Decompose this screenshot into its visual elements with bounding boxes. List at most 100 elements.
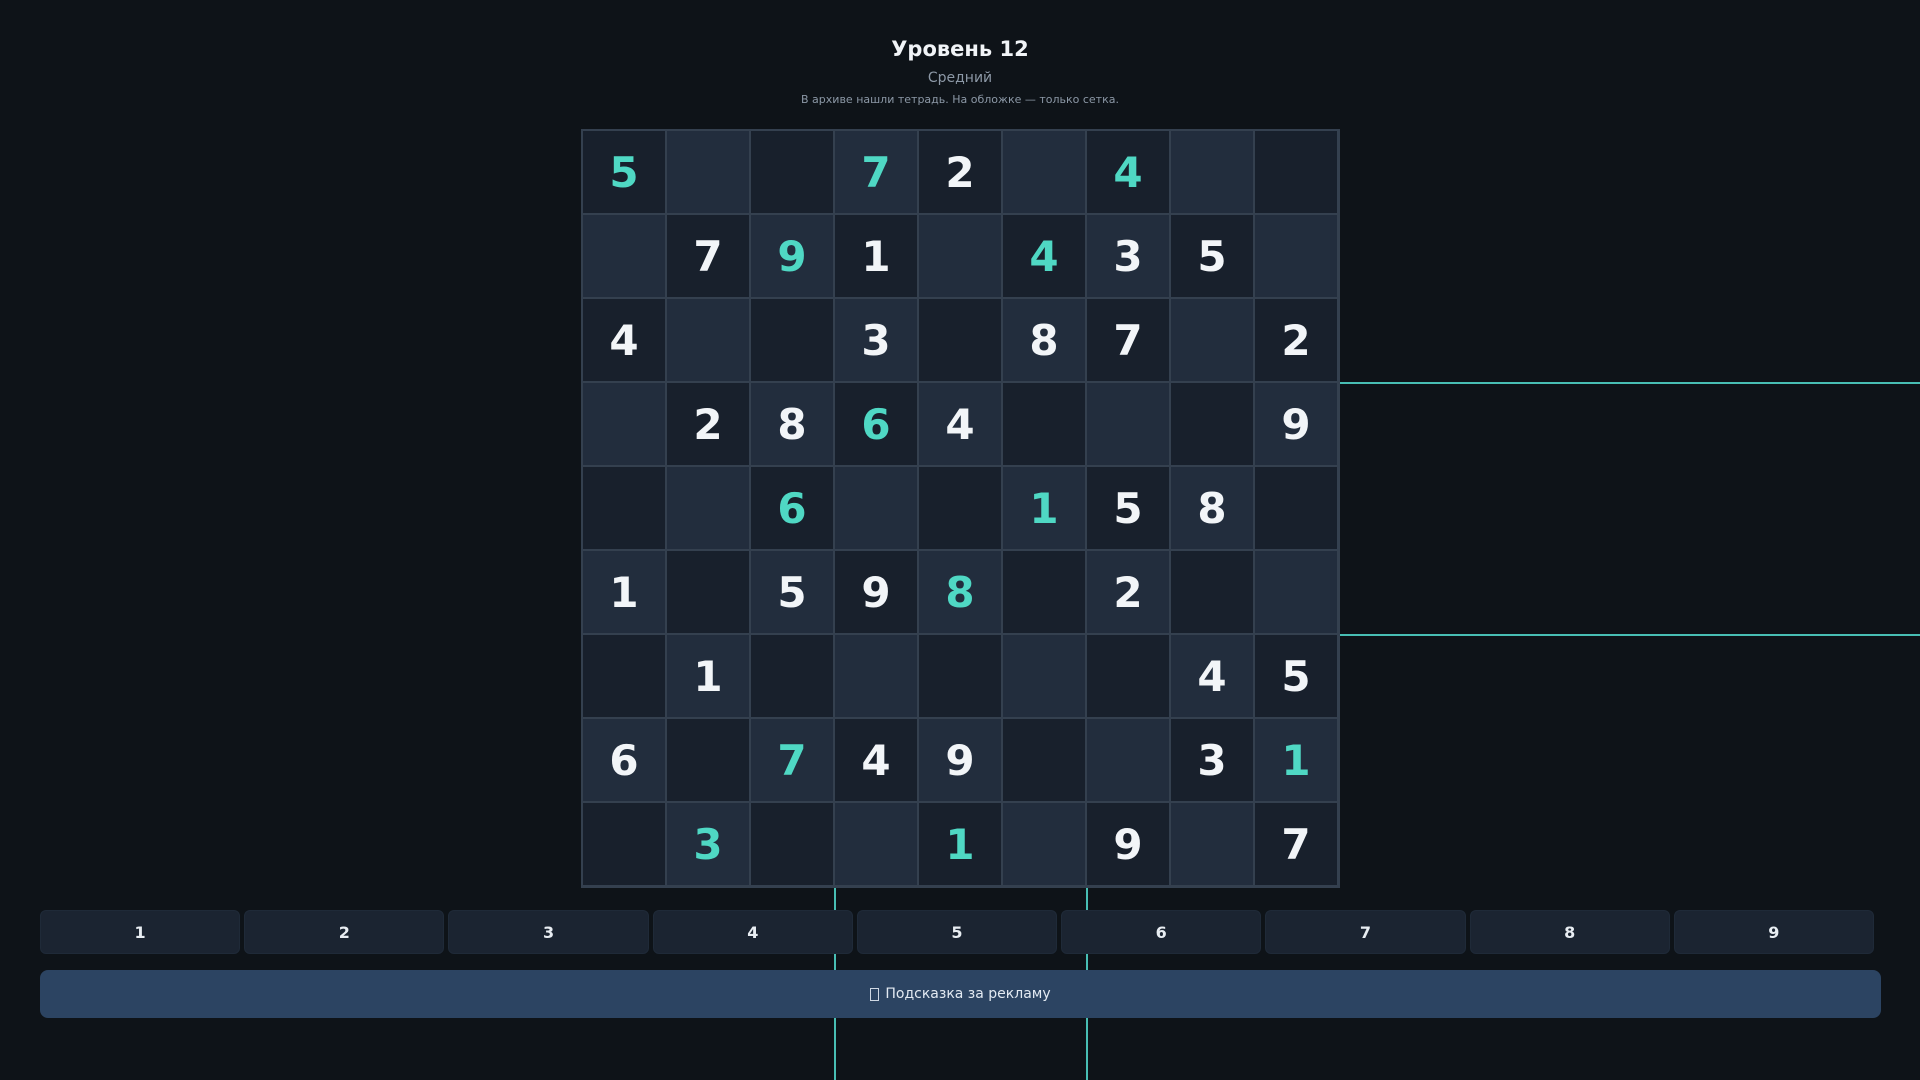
sudoku-cell[interactable] xyxy=(918,466,1002,550)
sudoku-cell[interactable]: 2 xyxy=(1254,298,1338,382)
sudoku-cell[interactable]: 1 xyxy=(666,634,750,718)
guide-line xyxy=(1338,634,1920,636)
sudoku-cell[interactable] xyxy=(750,298,834,382)
sudoku-cell[interactable]: 8 xyxy=(918,550,1002,634)
sudoku-cell[interactable]: 2 xyxy=(666,382,750,466)
sudoku-cell[interactable]: 7 xyxy=(1254,802,1338,886)
sudoku-cell[interactable]: 2 xyxy=(1086,550,1170,634)
sudoku-cell[interactable] xyxy=(1170,130,1254,214)
sudoku-cell[interactable] xyxy=(1254,214,1338,298)
sudoku-cell[interactable] xyxy=(582,802,666,886)
difficulty-label: Средний xyxy=(927,70,993,86)
sudoku-cell[interactable]: 3 xyxy=(834,298,918,382)
sudoku-cell[interactable] xyxy=(1002,718,1086,802)
number-button-5[interactable]: 5 xyxy=(856,910,1058,954)
sudoku-cell[interactable]: 8 xyxy=(750,382,834,466)
sudoku-cell[interactable]: 3 xyxy=(1086,214,1170,298)
sudoku-cell[interactable]: 1 xyxy=(582,550,666,634)
level-header: Уровень 12 Средний В архиве нашли тетрад… xyxy=(0,34,1920,108)
missing-glyph-icon xyxy=(870,987,880,1001)
number-button-9[interactable]: 9 xyxy=(1673,910,1874,954)
sudoku-cell[interactable]: 3 xyxy=(1170,718,1254,802)
sudoku-cell[interactable]: 9 xyxy=(834,550,918,634)
sudoku-cell[interactable] xyxy=(1086,382,1170,466)
sudoku-cell[interactable]: 6 xyxy=(582,718,666,802)
sudoku-cell[interactable] xyxy=(582,214,666,298)
sudoku-cell[interactable]: 5 xyxy=(750,550,834,634)
sudoku-cell[interactable]: 9 xyxy=(1254,382,1338,466)
sudoku-cell[interactable] xyxy=(582,634,666,718)
number-button-6[interactable]: 6 xyxy=(1061,910,1262,954)
sudoku-cell[interactable] xyxy=(834,634,918,718)
sudoku-cell[interactable] xyxy=(1086,718,1170,802)
number-button-3[interactable]: 3 xyxy=(448,910,649,954)
sudoku-cell[interactable]: 1 xyxy=(834,214,918,298)
number-button-2[interactable]: 2 xyxy=(244,910,445,954)
sudoku-cell[interactable]: 8 xyxy=(1170,466,1254,550)
sudoku-cell[interactable] xyxy=(1002,634,1086,718)
sudoku-cell[interactable] xyxy=(918,634,1002,718)
sudoku-cell[interactable]: 9 xyxy=(918,718,1002,802)
sudoku-cell[interactable] xyxy=(750,802,834,886)
level-title: Уровень 12 xyxy=(891,37,1029,61)
sudoku-cell[interactable] xyxy=(834,802,918,886)
hint-ad-button[interactable]: Подсказка за рекламу xyxy=(40,970,1881,1018)
sudoku-cell[interactable] xyxy=(1254,550,1338,634)
sudoku-cell[interactable]: 3 xyxy=(666,802,750,886)
sudoku-cell[interactable] xyxy=(750,130,834,214)
sudoku-cell[interactable] xyxy=(918,214,1002,298)
sudoku-cell[interactable]: 9 xyxy=(1086,802,1170,886)
sudoku-cell[interactable] xyxy=(1086,634,1170,718)
sudoku-cell[interactable] xyxy=(1002,130,1086,214)
sudoku-cell[interactable] xyxy=(582,382,666,466)
sudoku-cell[interactable]: 7 xyxy=(666,214,750,298)
sudoku-cell[interactable] xyxy=(1170,802,1254,886)
number-button-4[interactable]: 4 xyxy=(652,910,853,954)
sudoku-cell[interactable] xyxy=(750,634,834,718)
sudoku-cell[interactable]: 4 xyxy=(918,382,1002,466)
sudoku-cell[interactable]: 6 xyxy=(750,466,834,550)
sudoku-cell[interactable]: 7 xyxy=(1086,298,1170,382)
number-button-7[interactable]: 7 xyxy=(1265,910,1466,954)
sudoku-cell[interactable] xyxy=(666,298,750,382)
sudoku-cell[interactable]: 1 xyxy=(918,802,1002,886)
number-pad: 123456789 xyxy=(40,910,1874,954)
sudoku-cell[interactable] xyxy=(1254,466,1338,550)
sudoku-cell[interactable]: 5 xyxy=(1170,214,1254,298)
sudoku-cell[interactable] xyxy=(1002,802,1086,886)
guide-line xyxy=(1338,382,1920,384)
sudoku-cell[interactable]: 8 xyxy=(1002,298,1086,382)
sudoku-cell[interactable]: 4 xyxy=(582,298,666,382)
sudoku-cell[interactable] xyxy=(666,718,750,802)
hint-label: Подсказка за рекламу xyxy=(885,986,1051,1002)
sudoku-cell[interactable] xyxy=(1170,298,1254,382)
sudoku-cell[interactable] xyxy=(666,130,750,214)
sudoku-cell[interactable]: 2 xyxy=(918,130,1002,214)
sudoku-cell[interactable] xyxy=(1254,130,1338,214)
sudoku-cell[interactable]: 9 xyxy=(750,214,834,298)
sudoku-cell[interactable]: 5 xyxy=(1086,466,1170,550)
number-button-8[interactable]: 8 xyxy=(1469,910,1670,954)
sudoku-board: 5724791435438722864961581598214567493131… xyxy=(581,129,1340,888)
sudoku-cell[interactable]: 5 xyxy=(582,130,666,214)
sudoku-cell[interactable] xyxy=(1002,382,1086,466)
sudoku-cell[interactable] xyxy=(666,550,750,634)
sudoku-cell[interactable] xyxy=(1170,382,1254,466)
sudoku-cell[interactable]: 5 xyxy=(1254,634,1338,718)
sudoku-cell[interactable] xyxy=(834,466,918,550)
sudoku-cell[interactable]: 7 xyxy=(750,718,834,802)
sudoku-cell[interactable] xyxy=(918,298,1002,382)
sudoku-cell[interactable] xyxy=(666,466,750,550)
sudoku-cell[interactable]: 4 xyxy=(834,718,918,802)
sudoku-cell[interactable]: 1 xyxy=(1254,718,1338,802)
sudoku-cell[interactable] xyxy=(1002,550,1086,634)
sudoku-cell[interactable] xyxy=(1170,550,1254,634)
sudoku-cell[interactable]: 4 xyxy=(1086,130,1170,214)
sudoku-cell[interactable]: 6 xyxy=(834,382,918,466)
number-button-1[interactable]: 1 xyxy=(40,910,241,954)
sudoku-cell[interactable] xyxy=(582,466,666,550)
sudoku-cell[interactable]: 4 xyxy=(1002,214,1086,298)
sudoku-cell[interactable]: 4 xyxy=(1170,634,1254,718)
sudoku-cell[interactable]: 7 xyxy=(834,130,918,214)
sudoku-cell[interactable]: 1 xyxy=(1002,466,1086,550)
